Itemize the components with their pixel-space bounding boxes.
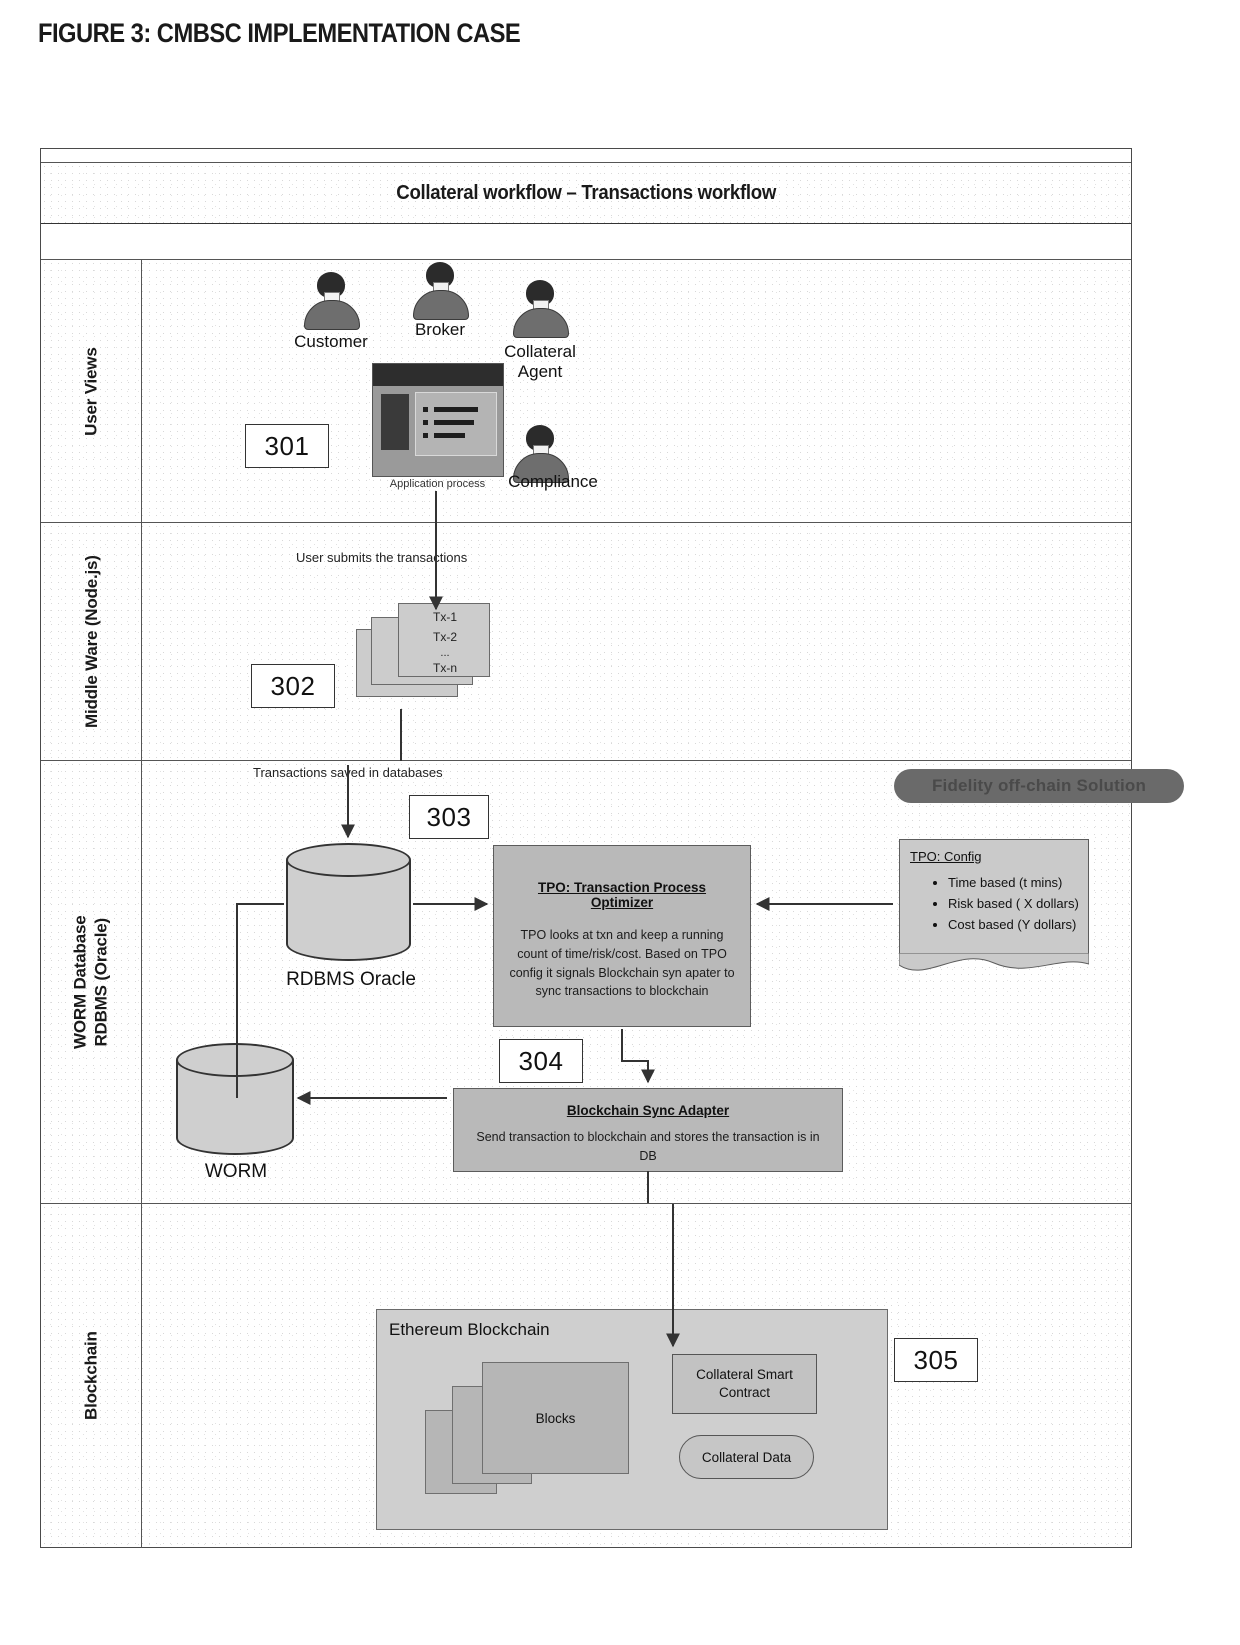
label-user-submits-transactions: User submits the transactions	[296, 550, 468, 565]
ref-number-302: 302	[251, 664, 335, 708]
label-transactions-saved: Transactions saved in databases	[253, 765, 443, 780]
transaction-ids: Tx-1 Tx-2 ... Tx-n	[399, 608, 491, 678]
transaction-id: Tx-n	[433, 660, 457, 675]
note-tpo-config-title: TPO: Config	[910, 849, 982, 864]
cylinder-top	[176, 1043, 294, 1077]
badge-label: Fidelity off-chain Solution	[931, 776, 1147, 795]
window-content-pane	[415, 392, 497, 456]
note-list-item: Risk based ( X dollars)	[948, 893, 1088, 914]
diagram-banner: Collateral workflow – Transactions workf…	[41, 162, 1131, 224]
cylinder-rdbms-oracle	[286, 843, 411, 961]
lane-label-blockchain-text: Blockchain	[81, 1331, 101, 1421]
lane-body-blockchain: 305 Ethereum Blockchain Blocks Collatera…	[141, 1204, 1131, 1548]
label-rdbms-oracle: RDBMS Oracle	[286, 969, 416, 990]
note-tpo-config: TPO: Config Time based (t mins) Risk bas…	[899, 839, 1089, 954]
transaction-id: Tx-2	[433, 629, 457, 644]
shape-collateral-data: Collateral Data	[679, 1435, 814, 1479]
label-ethereum-blockchain: Ethereum Blockchain	[389, 1320, 550, 1339]
box-blockchain-sync-adapter: Blockchain Sync Adapter Send transaction…	[453, 1088, 843, 1172]
box-tpo-title: TPO: Transaction Process Optimizer	[537, 880, 707, 910]
cylinder-worm	[176, 1043, 294, 1155]
box-sync-adapter-body: Send transaction to blockchain and store…	[476, 1130, 820, 1163]
note-list-item: Cost based (Y dollars)	[948, 914, 1088, 935]
box-tpo-body: TPO looks at txn and keep a running coun…	[509, 928, 735, 999]
banner-title: Collateral workflow – Transactions workf…	[396, 181, 776, 204]
note-torn-edge-icon	[899, 953, 1089, 971]
transaction-id: ...	[440, 646, 450, 659]
application-window-mock	[372, 363, 504, 477]
lane-label-worm-database: WORM Database RDBMS (Oracle)	[41, 761, 142, 1204]
diagram-frame: Collateral workflow – Transactions workf…	[40, 148, 1184, 1548]
block-front: Blocks	[482, 1362, 629, 1474]
window-sidebar	[381, 394, 409, 450]
label-broker: Broker	[414, 320, 466, 339]
list-line	[434, 420, 474, 425]
lane-middleware: Middle Ware (Node.js) User submits the t…	[41, 522, 1131, 761]
person-body-icon	[304, 300, 360, 330]
lane-worm-database: WORM Database RDBMS (Oracle) Transaction…	[41, 760, 1184, 1204]
badge-fidelity-offchain-solution: Fidelity off-chain Solution	[894, 769, 1184, 803]
box-tpo: TPO: Transaction Process Optimizer TPO l…	[493, 845, 751, 1027]
lane-label-user-views-text: User Views	[81, 347, 101, 436]
label-worm: WORM	[204, 1161, 268, 1182]
note-list-item: Time based (t mins)	[948, 872, 1088, 893]
lane-label-middleware-text: Middle Ware (Node.js)	[81, 555, 101, 729]
lane-body-user-views: Customer Broker Collateral Agent Complia…	[141, 260, 1131, 523]
lane-body-middleware: User submits the transactions Tx-1 Tx-2 …	[141, 523, 1131, 761]
label-blocks: Blocks	[535, 1410, 576, 1426]
ref-number-303: 303	[409, 795, 489, 839]
list-line	[434, 407, 478, 412]
box-sync-adapter-title: Blockchain Sync Adapter	[566, 1103, 730, 1118]
lane-user-views: User Views Customer Broker Collateral Ag…	[41, 259, 1131, 523]
label-application-process: Application process	[389, 478, 486, 490]
avatar-collateral-agent	[513, 280, 569, 338]
box-collateral-smart-contract: Collateral Smart Contract	[672, 1354, 817, 1414]
lane-label-line-2: RDBMS (Oracle)	[92, 918, 111, 1047]
lane-label-worm-database-text: WORM Database RDBMS (Oracle)	[70, 916, 113, 1049]
lane-label-line-1: WORM Database	[70, 915, 90, 1050]
person-body-icon	[413, 290, 469, 320]
list-bullet-icon	[423, 407, 428, 412]
avatar-customer	[304, 272, 360, 330]
transaction-id: Tx-1	[433, 610, 457, 624]
list-bullet-icon	[423, 420, 428, 425]
lane-label-user-views: User Views	[41, 260, 142, 523]
person-body-icon	[513, 308, 569, 338]
container-ethereum-blockchain: Ethereum Blockchain Blocks Collateral Sm…	[376, 1309, 888, 1530]
page-title: FIGURE 3: CMBSC IMPLEMENTATION CASE	[38, 18, 521, 48]
ref-number-301: 301	[245, 424, 329, 468]
lane-label-middleware: Middle Ware (Node.js)	[41, 523, 142, 761]
window-titlebar	[373, 364, 503, 386]
ref-number-304: 304	[499, 1039, 583, 1083]
list-bullet-icon	[423, 433, 428, 438]
lane-body-worm-database: Transactions saved in databases Fidelity…	[141, 761, 1184, 1204]
cylinder-top	[286, 843, 411, 877]
list-line	[434, 433, 465, 438]
ref-number-305: 305	[894, 1338, 978, 1382]
lane-label-blockchain: Blockchain	[41, 1204, 142, 1548]
avatar-broker	[413, 262, 469, 320]
lane-blockchain: Blockchain 305 Ethereum Blockchain Block…	[41, 1203, 1131, 1548]
